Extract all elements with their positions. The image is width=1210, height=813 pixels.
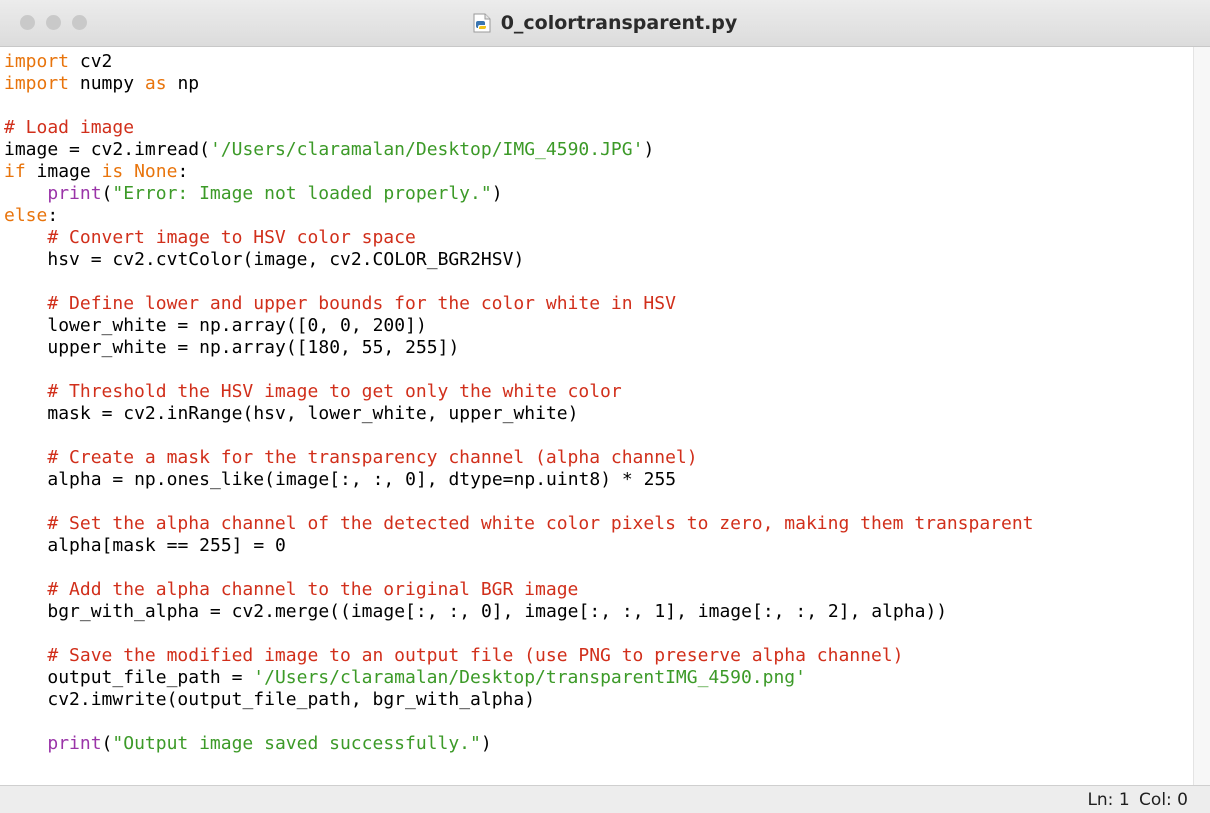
code-line[interactable] [4,623,1192,645]
line-number-indicator: Ln: 1 [1087,790,1130,810]
code-line[interactable]: bgr_with_alpha = cv2.merge((image[:, :, … [4,601,1192,623]
code-text-area[interactable]: import cv2 import numpy as np # Load image… [0,47,1192,755]
code-line[interactable]: import cv2 [4,51,1192,73]
code-line[interactable]: # Create a mask for the transparency cha… [4,447,1192,469]
code-line[interactable]: image = cv2.imread('/Users/claramalan/De… [4,139,1192,161]
editor-window: 0_colortransparent.py import cv2 import n… [0,0,1210,813]
code-line[interactable]: alpha = np.ones_like(image[:, :, 0], dty… [4,469,1192,491]
code-line[interactable]: if image is None: [4,161,1192,183]
code-line[interactable] [4,557,1192,579]
code-line[interactable]: # Set the alpha channel of the detected … [4,513,1192,535]
code-line[interactable]: # Threshold the HSV image to get only th… [4,381,1192,403]
code-line[interactable] [4,359,1192,381]
code-line[interactable]: # Save the modified image to an output f… [4,645,1192,667]
code-line[interactable]: # Load image [4,117,1192,139]
code-line[interactable]: cv2.imwrite(output_file_path, bgr_with_a… [4,689,1192,711]
code-line[interactable]: print("Error: Image not loaded properly.… [4,183,1192,205]
status-bar: Ln: 1 Col: 0 [0,785,1210,813]
code-line[interactable]: lower_white = np.array([0, 0, 200]) [4,315,1192,337]
cursor-position: Ln: 1 Col: 0 [1083,790,1188,810]
code-line[interactable]: alpha[mask == 255] = 0 [4,535,1192,557]
title-bar[interactable]: 0_colortransparent.py [0,0,1210,47]
python-file-icon [473,13,491,33]
code-line[interactable]: mask = cv2.inRange(hsv, lower_white, upp… [4,403,1192,425]
code-line[interactable]: # Define lower and upper bounds for the … [4,293,1192,315]
code-line[interactable]: # Add the alpha channel to the original … [4,579,1192,601]
window-title-group: 0_colortransparent.py [0,0,1210,46]
code-line[interactable] [4,491,1192,513]
code-editor[interactable]: import cv2 import numpy as np # Load image… [0,47,1192,785]
code-line[interactable]: output_file_path = '/Users/claramalan/De… [4,667,1192,689]
code-line[interactable]: else: [4,205,1192,227]
code-line[interactable]: import numpy as np [4,73,1192,95]
code-line[interactable] [4,271,1192,293]
code-line[interactable]: print("Output image saved successfully."… [4,733,1192,755]
window-title: 0_colortransparent.py [500,12,738,34]
code-line[interactable]: # Convert image to HSV color space [4,227,1192,249]
code-line[interactable]: hsv = cv2.cvtColor(image, cv2.COLOR_BGR2… [4,249,1192,271]
code-line[interactable]: upper_white = np.array([180, 55, 255]) [4,337,1192,359]
code-line[interactable] [4,425,1192,447]
code-line[interactable] [4,95,1192,117]
vertical-scrollbar[interactable] [1193,47,1210,785]
column-number-indicator: Col: 0 [1139,790,1188,810]
code-line[interactable] [4,711,1192,733]
